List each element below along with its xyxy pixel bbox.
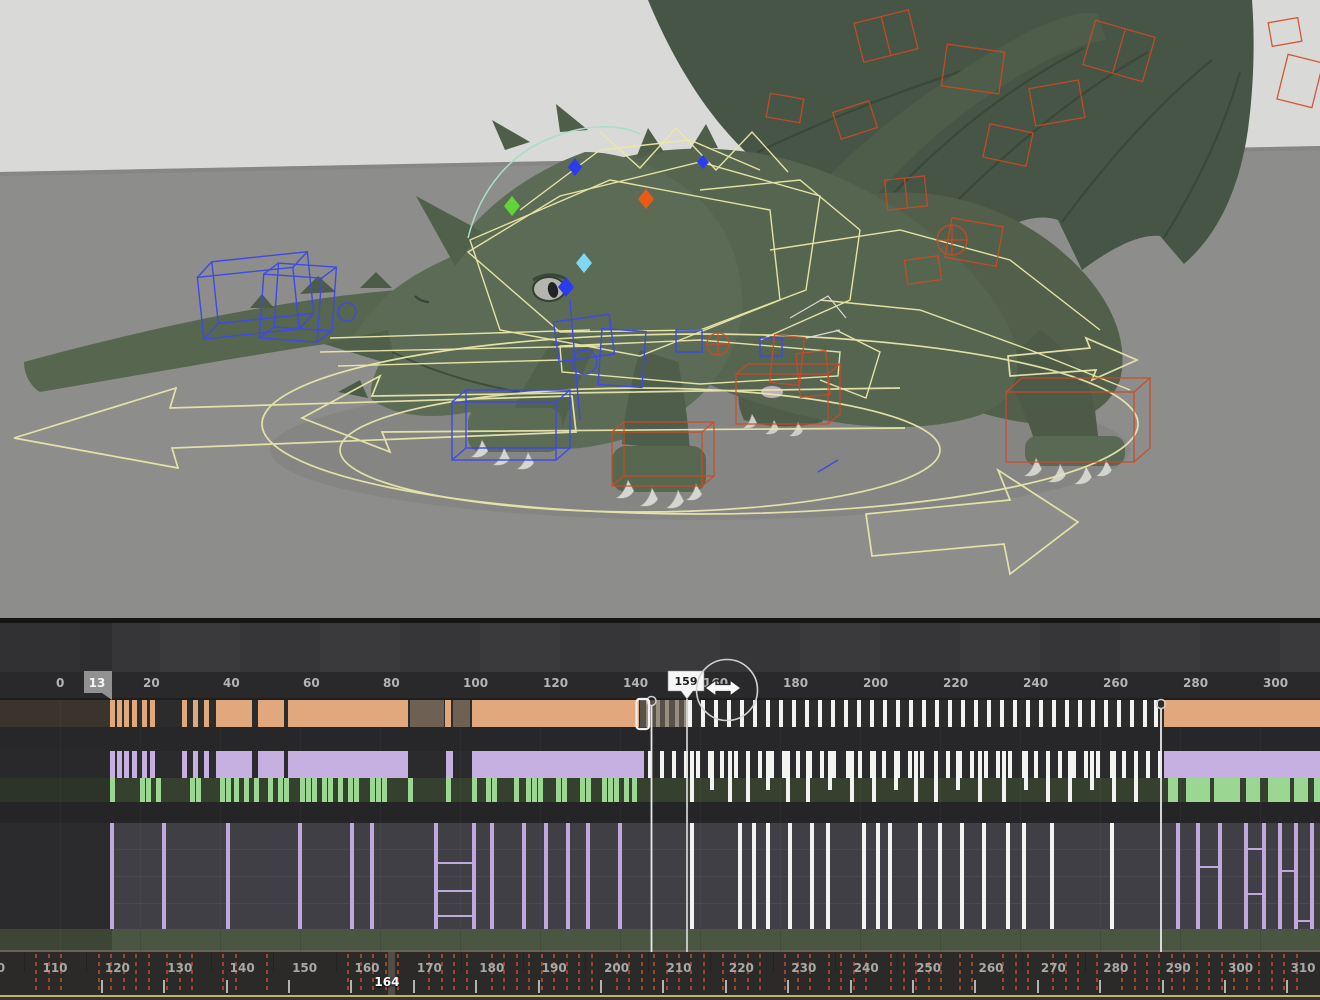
summary-strip-prerange [0,929,112,952]
timeline-header-strip [0,623,1320,672]
track-row-3-prerange [0,778,112,802]
track-row-2[interactable] [0,751,1320,778]
timeline-ruler[interactable] [0,672,1320,700]
timeline-header-prerange [0,623,112,672]
track-row-1-prerange [0,700,112,727]
application-window: 0204060801001201401601802002202402602803… [0,0,1320,1000]
dragon-belly-detail [761,386,783,398]
track-gap-1 [0,727,1320,751]
track-row-1[interactable] [0,700,1320,727]
time-slider[interactable] [0,952,1320,995]
viewport-3d[interactable] [0,0,1320,622]
track-row-3[interactable] [0,778,1320,802]
track-gap-2 [0,802,1320,823]
dope-sheet-row-line [112,903,1320,904]
summary-strip [0,929,1320,952]
track-row-2-prerange [0,751,112,778]
range-slider[interactable] [0,995,1320,1000]
dope-sheet-row-line [112,876,1320,877]
dope-sheet-row-line [112,849,1320,850]
dope-sheet-prerange [0,823,112,929]
